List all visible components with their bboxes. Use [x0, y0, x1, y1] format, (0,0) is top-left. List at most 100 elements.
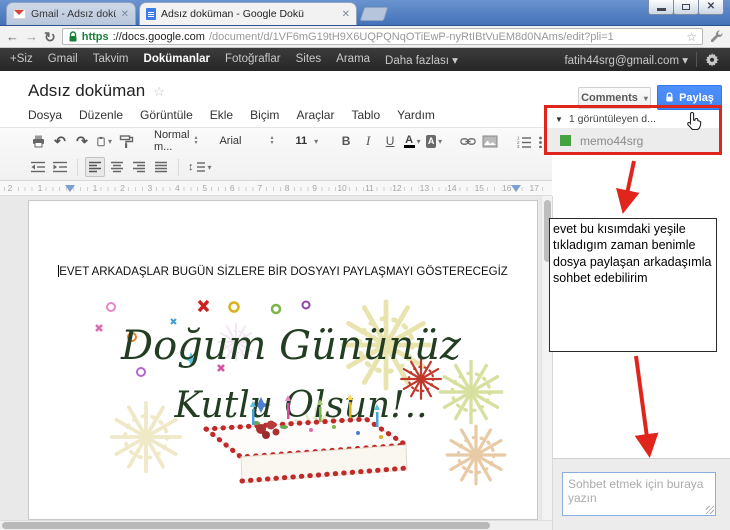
presence-color-square — [560, 135, 571, 146]
new-tab-button[interactable] — [359, 7, 389, 21]
align-right-button[interactable] — [129, 157, 149, 177]
increase-indent-button[interactable] — [50, 157, 70, 177]
size-label: 11 — [295, 135, 308, 147]
app-window: Gmail - Adsız doküman (fatih4 ✕ Adsız do… — [0, 0, 730, 530]
align-center-button[interactable] — [107, 157, 127, 177]
paste-button[interactable]: ▾ — [94, 131, 114, 151]
paint-format-button[interactable] — [116, 131, 136, 151]
updown-icon: ▴ ▾ — [194, 135, 198, 146]
menu-item[interactable]: Ekle — [210, 108, 233, 122]
comments-label: Comments — [581, 92, 638, 104]
comments-button[interactable]: Comments ▾ — [578, 87, 651, 109]
indent-marker[interactable] — [65, 185, 75, 197]
margin-marker[interactable] — [511, 185, 521, 197]
star-doc-icon[interactable]: ☆ — [153, 84, 165, 99]
highlight-icon: A — [426, 134, 437, 148]
ruler-number: 15 — [473, 183, 486, 193]
chevron-down-icon: ▾ — [416, 136, 421, 146]
svg-text:3: 3 — [517, 144, 520, 148]
share-label: Paylaş — [679, 91, 714, 104]
divider — [696, 52, 697, 67]
account-menu[interactable]: fatih44srg@gmail.com ▾ — [564, 53, 688, 67]
menu-item[interactable]: Araçlar — [296, 108, 334, 122]
google-bar-link[interactable]: Daha fazlası ▾ — [385, 53, 458, 67]
tab-docs[interactable]: Adsız doküman - Google Dokü ✕ — [139, 2, 357, 25]
justify-button[interactable] — [151, 157, 171, 177]
ruler-number: 12 — [391, 183, 403, 193]
restore-button[interactable] — [673, 0, 699, 15]
url-host: ://docs.google.com — [112, 30, 205, 43]
undo-button[interactable]: ↶ — [50, 131, 70, 151]
italic-button[interactable]: I — [358, 131, 378, 151]
highlight-color-button[interactable]: A ▾ — [424, 131, 444, 151]
google-bar-link[interactable]: Sites — [296, 53, 322, 67]
menu-item[interactable]: Yardım — [397, 108, 435, 122]
address-bar[interactable]: https://docs.google.com/document/d/1VF6m… — [61, 28, 703, 45]
insert-image-button[interactable] — [480, 131, 500, 151]
chevron-down-icon: ▾ — [643, 93, 648, 103]
menu-item[interactable]: Dosya — [28, 108, 62, 122]
bookmark-star-icon[interactable]: ☆ — [686, 30, 697, 44]
reload-button[interactable]: ↻ — [44, 30, 56, 44]
annotation-note: evet bu kısımdaki yeşile tıkladıgım zama… — [549, 218, 717, 352]
insert-link-button[interactable] — [458, 131, 478, 151]
google-bar-link[interactable]: +Siz — [10, 53, 33, 67]
ruler-number: 8 — [283, 183, 291, 193]
back-button[interactable]: ← — [6, 30, 19, 43]
bold-button[interactable]: B — [336, 131, 356, 151]
tab-close-icon[interactable]: ✕ — [121, 9, 129, 20]
ruler-number: 6 — [228, 183, 236, 193]
font-select[interactable]: Arial ▴ ▾ — [215, 135, 277, 147]
google-bar-link[interactable]: Arama — [336, 53, 370, 67]
underline-button[interactable]: U — [380, 131, 400, 151]
ruler-number: 10 — [336, 183, 348, 193]
divider — [77, 158, 78, 176]
document-title[interactable]: Adsız doküman — [28, 71, 145, 101]
tab-close-icon[interactable]: ✕ — [342, 9, 350, 20]
greeting-line1: Doğum Gününüz — [120, 323, 462, 369]
line-spacing-button[interactable]: ↕ ▾ — [186, 157, 214, 177]
menu-item[interactable]: Biçim — [250, 108, 279, 122]
google-bar-link[interactable]: Fotoğraflar — [225, 53, 281, 67]
document-page[interactable]: EVET ARKADAŞLAR BUGÜN SİZLERE BİR DOSYAY… — [28, 200, 538, 520]
print-button[interactable] — [28, 131, 48, 151]
viewer-name: memo44srg — [580, 133, 644, 148]
chat-input[interactable] — [562, 472, 716, 516]
ruler-number: 3 — [146, 183, 154, 193]
tab-gmail[interactable]: Gmail - Adsız doküman (fatih4 ✕ — [6, 2, 136, 25]
horizontal-scrollbar[interactable] — [0, 520, 552, 530]
triangle-down-icon: ▼ — [555, 114, 563, 124]
align-left-button[interactable] — [85, 157, 105, 177]
birthday-image[interactable]: Doğum Gününüz Kutlu Olsun!.. — [76, 297, 516, 492]
ruler-number: 11 — [364, 183, 375, 193]
google-bar-link[interactable]: Dokümanlar — [144, 53, 210, 67]
menu-item[interactable]: Görüntüle — [140, 108, 193, 122]
scrollbar-thumb[interactable] — [2, 522, 490, 529]
forward-button[interactable]: → — [25, 30, 38, 43]
google-bar-link[interactable]: Takvim — [93, 53, 129, 67]
minimize-button[interactable] — [648, 0, 674, 15]
window-controls: ✕ — [648, 0, 724, 15]
ruler-number: 13 — [418, 183, 431, 193]
decrease-indent-button[interactable] — [28, 157, 48, 177]
ruler-number: 1 — [36, 183, 44, 193]
text-color-button[interactable]: A ▾ — [402, 131, 422, 151]
google-bar-link[interactable]: Gmail — [48, 53, 78, 67]
gear-icon[interactable] — [705, 52, 720, 67]
document-canvas: EVET ARKADAŞLAR BUGÜN SİZLERE BİR DOSYAY… — [0, 196, 552, 530]
font-size-select[interactable]: 11 ▾ — [291, 135, 322, 147]
hand-cursor-icon — [687, 111, 702, 131]
wrench-menu-icon[interactable] — [709, 29, 724, 44]
menu-item[interactable]: Tablo — [351, 108, 380, 122]
chevron-down-icon: ▾ — [107, 136, 112, 146]
paragraph-style-select[interactable]: Normal m... ▴ ▾ — [150, 129, 201, 153]
share-button[interactable]: Paylaş — [657, 85, 722, 110]
close-button[interactable]: ✕ — [698, 0, 724, 15]
browser-titlebar: Gmail - Adsız doküman (fatih4 ✕ Adsız do… — [0, 0, 730, 26]
menu-item[interactable]: Düzenle — [79, 108, 123, 122]
close-icon: ✕ — [706, 1, 716, 12]
redo-button[interactable]: ↷ — [72, 131, 92, 151]
edit-toolbar: ↶ ↷ ▾ Normal m... ▴ ▾ Arial ▴ ▾ 11 ▾ B I… — [0, 127, 554, 181]
numbered-list-button[interactable]: 123 — [514, 131, 534, 151]
resize-handle-icon[interactable] — [706, 506, 714, 514]
